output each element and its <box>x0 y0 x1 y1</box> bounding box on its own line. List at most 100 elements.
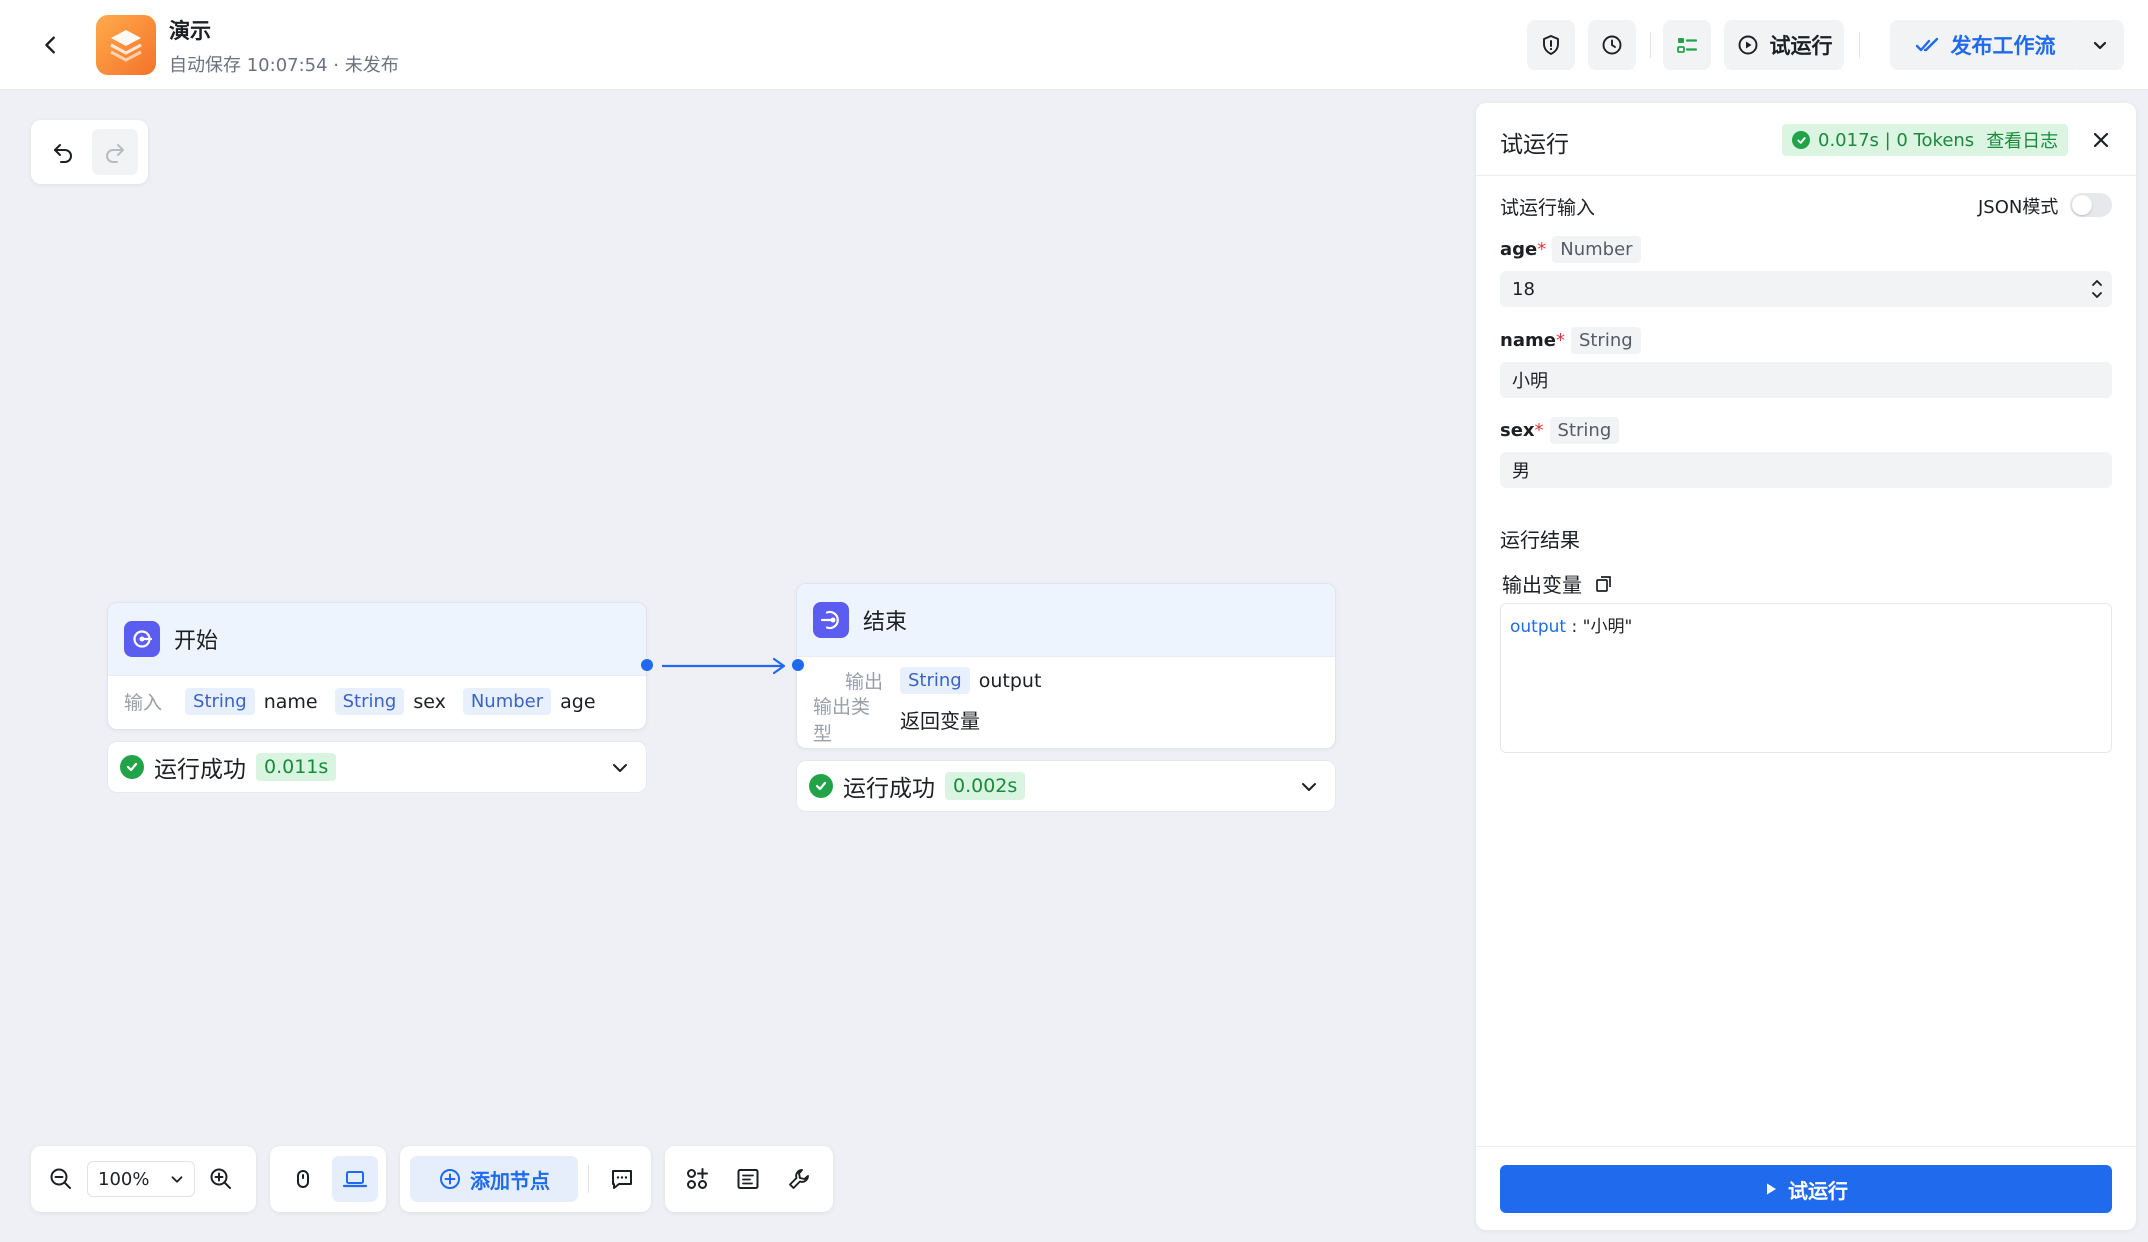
stepper-icon <box>2092 280 2102 298</box>
start-run-result[interactable]: 运行成功 0.011s <box>107 741 647 793</box>
checklist-button[interactable] <box>1663 20 1711 70</box>
run-status: 运行成功 <box>154 757 246 783</box>
param-name: sex <box>413 690 446 713</box>
field-label-sex: sex * String <box>1500 417 1620 444</box>
end-node[interactable]: 结束 输出 String output 输出类型 返回变量 <box>796 583 1336 749</box>
end-node-icon <box>813 602 849 638</box>
copy-icon[interactable] <box>1594 574 1614 594</box>
field-type-tag: Number <box>1552 236 1641 263</box>
output-kind-value: 返回变量 <box>900 708 980 733</box>
wrench-icon <box>789 1169 809 1189</box>
param-type-tag: Number <box>462 688 552 715</box>
field-name: name <box>1500 330 1556 351</box>
comment-icon <box>612 1170 632 1189</box>
panel-run-button[interactable]: 试运行 <box>1500 1165 2112 1213</box>
output-vars-label: 输出变量 <box>1502 573 1582 597</box>
close-panel-button[interactable] <box>2086 125 2116 155</box>
end-node-title: 结束 <box>863 610 908 635</box>
output-kind-label: 输出类型 <box>813 696 871 745</box>
field-label-age: age * Number <box>1500 236 1641 263</box>
output-vars-header: 输出变量 <box>1502 569 1614 598</box>
panel-run-label: 试运行 <box>1788 1178 1848 1203</box>
output-label: 输出 <box>844 671 883 693</box>
mouse-mode-button[interactable] <box>280 1156 326 1202</box>
field-value: 18 <box>1512 278 1535 300</box>
required-mark: * <box>1537 239 1547 260</box>
zoom-out-button[interactable] <box>41 1156 81 1202</box>
run-status: 运行成功 <box>843 776 935 802</box>
mouse-icon <box>297 1170 309 1188</box>
field-name: age <box>1500 239 1538 260</box>
zoom-in-button[interactable] <box>201 1156 241 1202</box>
chevron-down-icon <box>1302 783 1316 791</box>
publish-button[interactable]: 发布工作流 <box>1890 20 2080 70</box>
zoom-controls: 100% <box>31 1146 256 1212</box>
comment-button[interactable] <box>599 1156 645 1202</box>
output-separator: : <box>1566 617 1583 637</box>
output-key: output <box>1510 617 1567 637</box>
success-icon <box>120 755 144 779</box>
success-icon <box>1792 131 1810 149</box>
redo-button[interactable] <box>92 129 138 175</box>
clock-icon <box>1602 35 1622 55</box>
interaction-mode-group <box>270 1146 386 1212</box>
end-run-result[interactable]: 运行成功 0.002s <box>796 760 1336 812</box>
field-value: 男 <box>1512 461 1530 482</box>
start-node-title: 开始 <box>174 629 219 654</box>
connection-edge <box>662 657 786 675</box>
undo-button[interactable] <box>40 129 86 175</box>
zoom-value: 100% <box>98 1168 150 1190</box>
divider <box>1476 175 2136 176</box>
output-result-box: output : "小明" <box>1500 603 2112 753</box>
minimap-button[interactable] <box>725 1156 771 1202</box>
app-title: 演示 <box>169 19 211 43</box>
divider <box>588 1165 589 1193</box>
divider <box>1650 32 1651 58</box>
chevron-down-icon <box>613 764 627 772</box>
shield-button[interactable] <box>1527 20 1575 70</box>
result-section-title: 运行结果 <box>1500 528 1580 552</box>
panel-title: 试运行 <box>1500 132 1569 158</box>
output-value: "小明" <box>1582 617 1633 637</box>
field-label-name: name * String <box>1500 327 1641 354</box>
field-type-tag: String <box>1570 327 1641 354</box>
close-icon <box>2093 132 2109 148</box>
param-name: name <box>263 690 318 713</box>
json-mode-toggle[interactable] <box>2070 193 2112 217</box>
view-log-link[interactable]: 查看日志 <box>1986 127 2058 153</box>
run-time-badge: 0.011s <box>256 753 337 781</box>
test-run-button[interactable]: 试运行 <box>1724 20 1844 70</box>
age-input[interactable]: 18 <box>1500 271 2112 307</box>
publish-dropdown-button[interactable] <box>2076 20 2124 70</box>
end-input-port[interactable] <box>792 659 804 671</box>
name-input[interactable]: 小明 <box>1500 362 2112 398</box>
sex-input[interactable]: 男 <box>1500 452 2112 488</box>
start-icon <box>133 630 153 648</box>
plus-circle-icon <box>440 1169 460 1189</box>
history-button[interactable] <box>1588 20 1636 70</box>
run-stats-badge: 0.017s | 0 Tokens 查看日志 <box>1782 124 2069 156</box>
required-mark: * <box>1534 420 1544 441</box>
play-icon <box>1767 1183 1776 1195</box>
play-circle-icon <box>1738 35 1757 55</box>
start-node[interactable]: 开始 输入 String name String sex Number age <box>107 602 647 730</box>
layout-button[interactable] <box>674 1156 720 1202</box>
document-icon <box>737 1169 759 1189</box>
add-node-button[interactable]: 添加节点 <box>410 1156 578 1202</box>
test-run-panel: 试运行 0.017s | 0 Tokens 查看日志 试运行输入 JSON模式 … <box>1476 103 2136 1230</box>
checklist-icon <box>1677 38 1698 53</box>
shield-icon <box>1543 35 1559 55</box>
settings-button[interactable] <box>776 1156 822 1202</box>
test-run-label: 试运行 <box>1769 34 1833 58</box>
input-label: 输入 <box>124 692 163 714</box>
add-node-group: 添加节点 <box>400 1146 651 1212</box>
end-node-output-kind: 输出类型 返回变量 <box>797 696 1335 745</box>
start-output-port[interactable] <box>641 659 653 671</box>
start-node-inputs: 输入 String name String sex Number age <box>108 675 646 727</box>
back-button[interactable] <box>34 28 68 62</box>
param-type-tag: String <box>334 688 405 715</box>
end-node-header: 结束 <box>797 584 1335 656</box>
zoom-select[interactable]: 100% <box>87 1161 195 1197</box>
touchpad-mode-button[interactable] <box>332 1156 378 1202</box>
laptop-icon <box>342 1171 368 1188</box>
